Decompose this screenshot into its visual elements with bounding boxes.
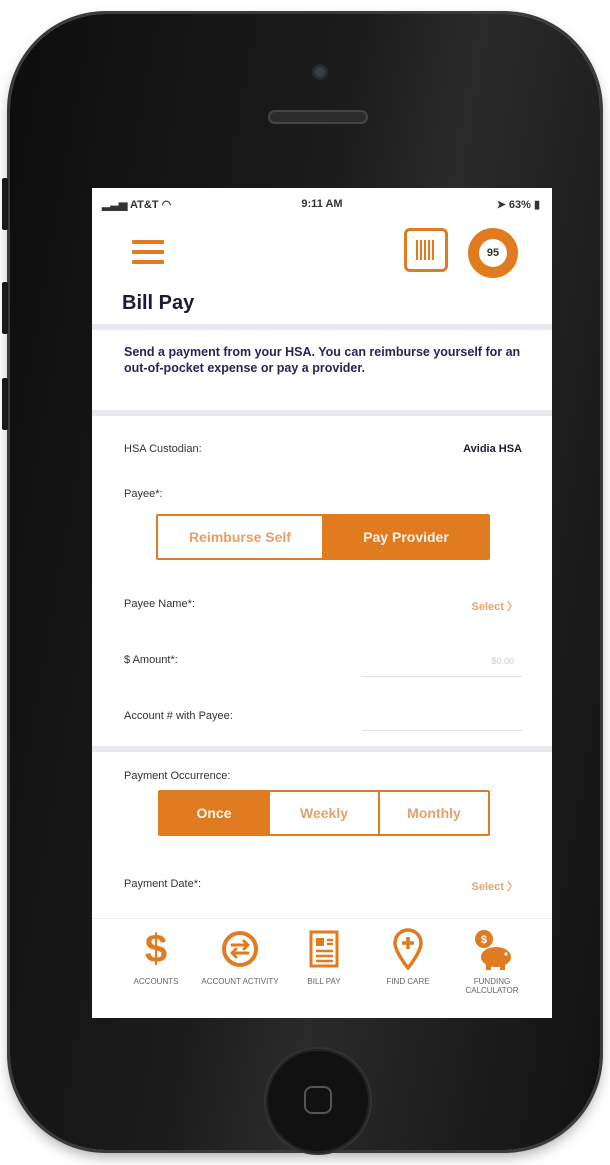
occurrence-label: Payment Occurrence: xyxy=(124,770,231,782)
volume-up-button xyxy=(2,282,8,334)
page-title: Bill Pay xyxy=(122,292,195,314)
score-badge[interactable]: 95 xyxy=(468,228,518,278)
reimburse-self-option[interactable]: Reimburse Self xyxy=(158,516,324,558)
tab-label: Bill Pay xyxy=(307,977,341,986)
volume-down-button xyxy=(2,378,8,430)
tab-find-care[interactable]: Find Care xyxy=(366,927,450,986)
app-screen: ▂▃▅ AT&T ◠ 9:11 AM ➤ 63% ▮ 95 Bill Pay S… xyxy=(92,188,552,1018)
custodian-value: Avidia HSA xyxy=(463,443,522,455)
info-banner: Send a payment from your HSA. You can re… xyxy=(124,345,521,375)
amount-input[interactable]: $0.00 xyxy=(491,656,514,666)
mute-switch xyxy=(2,178,8,230)
exchange-icon xyxy=(222,931,258,967)
status-bar: ▂▃▅ AT&T ◠ 9:11 AM ➤ 63% ▮ xyxy=(92,196,552,216)
once-option[interactable]: Once xyxy=(160,792,270,834)
phone-frame: ▂▃▅ AT&T ◠ 9:11 AM ➤ 63% ▮ 95 Bill Pay S… xyxy=(2,14,600,1153)
tab-account-activity[interactable]: Account Activity xyxy=(198,927,282,986)
bill-icon xyxy=(309,930,339,968)
chevron-right-icon: 〉 xyxy=(503,601,518,613)
tab-label: Funding Calculator xyxy=(465,977,519,995)
dollar-icon: $ xyxy=(144,927,168,971)
menu-icon[interactable] xyxy=(132,240,164,266)
tab-accounts[interactable]: $ Accounts xyxy=(114,927,198,986)
payment-date-label: Payment Date*: xyxy=(124,878,202,890)
front-camera xyxy=(312,64,328,80)
chevron-right-icon: 〉 xyxy=(503,881,518,893)
tab-funding-calculator[interactable]: $ Funding Calculator xyxy=(450,927,534,995)
location-pin-icon xyxy=(393,928,423,970)
battery-status: ➤ 63% ▮ xyxy=(496,199,540,211)
tab-label: Find Care xyxy=(386,977,430,986)
svg-text:$: $ xyxy=(481,934,487,946)
tab-label: Account Activity xyxy=(201,977,279,986)
occurrence-segmented-control: Once Weekly Monthly xyxy=(158,790,490,836)
pay-provider-option[interactable]: Pay Provider xyxy=(324,516,488,558)
account-input[interactable] xyxy=(362,730,522,731)
custodian-label: HSA Custodian: xyxy=(124,443,202,455)
home-button[interactable] xyxy=(266,1049,370,1153)
barcode-icon[interactable] xyxy=(404,228,448,272)
payment-date-select[interactable]: Select 〉 xyxy=(472,878,518,894)
clock: 9:11 AM xyxy=(301,198,343,210)
payee-segmented-control: Reimburse Self Pay Provider xyxy=(156,514,490,560)
location-arrow-icon: ➤ xyxy=(496,199,509,211)
payee-name-select[interactable]: Select 〉 xyxy=(472,598,518,614)
piggy-bank-icon: $ xyxy=(475,930,511,970)
amount-label: $ Amount*: xyxy=(124,654,178,666)
account-label: Account # with Payee: xyxy=(124,710,233,722)
divider xyxy=(92,746,552,752)
monthly-option[interactable]: Monthly xyxy=(380,792,488,834)
amount-underline xyxy=(362,676,522,677)
divider xyxy=(92,324,552,330)
tab-label: Accounts xyxy=(133,977,179,986)
payee-name-label: Payee Name*: xyxy=(124,598,195,610)
score-value: 95 xyxy=(479,239,507,267)
bottom-tab-bar: $ Accounts Account Activity xyxy=(92,918,552,1018)
battery-icon: ▮ xyxy=(530,199,540,211)
weekly-option[interactable]: Weekly xyxy=(270,792,380,834)
divider xyxy=(92,410,552,416)
tab-bill-pay[interactable]: Bill Pay xyxy=(282,927,366,986)
earpiece-speaker xyxy=(268,110,368,124)
payee-label: Payee*: xyxy=(124,488,163,500)
